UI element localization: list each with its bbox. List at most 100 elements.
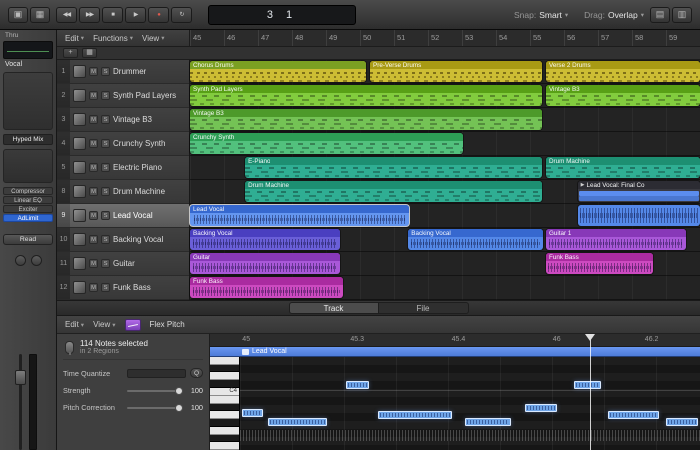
mute-circle-button[interactable] [15, 255, 26, 266]
mute-button[interactable]: M [89, 139, 98, 148]
track-row[interactable]: 3MSVintage B3 [57, 108, 189, 132]
track-row[interactable]: 5MSElectric Piano [57, 156, 189, 180]
screens-icon[interactable]: ▣ [8, 7, 28, 23]
plugin-slot[interactable]: Compressor [3, 187, 53, 195]
flex-note[interactable] [574, 381, 602, 389]
duplicate-track-icon[interactable]: ▦ [82, 48, 97, 58]
stop-button[interactable]: ■ [102, 7, 123, 23]
region[interactable]: E-Piano [245, 157, 542, 178]
solo-button[interactable]: S [101, 211, 110, 220]
region[interactable]: Funk Bass [190, 277, 343, 298]
piano-key[interactable] [210, 427, 239, 435]
region[interactable]: ▶Lead Vocal: Final Co [578, 181, 700, 202]
piano-key[interactable] [210, 365, 239, 373]
region[interactable]: Backing Vocal [190, 229, 340, 250]
ruler-bar[interactable]: 53 [462, 30, 496, 46]
track-row[interactable]: 10MSBacking Vocal [57, 228, 189, 252]
flex-pitch-editor[interactable]: 4545.345.44646.2 Lead Vocal C4 [210, 334, 700, 450]
volume-fader[interactable] [19, 354, 22, 450]
piano-key[interactable] [210, 372, 239, 380]
ruler-bar[interactable]: 55 [530, 30, 564, 46]
slider-knob[interactable] [175, 387, 183, 395]
menu-functions[interactable]: Functions▾ [93, 34, 133, 43]
plugin-slot[interactable]: Exciter [3, 205, 53, 213]
snap-menu[interactable]: Snap: Smart ▾ [514, 10, 568, 20]
track-row[interactable]: 4MSCrunchy Synth [57, 132, 189, 156]
rewind-button[interactable]: ◀◀ [56, 7, 77, 23]
lcd-display[interactable]: 3 1 [208, 5, 356, 25]
track-row[interactable]: 12MSFunk Bass [57, 276, 189, 300]
mixer-icon[interactable]: ▦ [30, 7, 50, 23]
region[interactable]: Drum Machine [245, 181, 542, 202]
drag-menu[interactable]: Drag: Overlap ▾ [584, 10, 644, 20]
piano-key[interactable] [210, 396, 239, 404]
ruler-bar[interactable]: 48 [292, 30, 326, 46]
track-row[interactable]: 11MSGuitar [57, 252, 189, 276]
solo-button[interactable]: S [101, 115, 110, 124]
region[interactable]: Verse 2 Drums [546, 61, 700, 82]
region[interactable]: Guitar 1 [546, 229, 686, 250]
record-button[interactable]: ● [148, 7, 169, 23]
flex-note[interactable] [525, 404, 557, 412]
ruler-bar[interactable]: 52 [428, 30, 462, 46]
menu-view[interactable]: View▾ [93, 320, 115, 329]
solo-button[interactable]: S [101, 259, 110, 268]
flex-note[interactable] [608, 411, 659, 419]
region[interactable]: Crunchy Synth [190, 133, 463, 154]
add-track-icon[interactable]: + [63, 48, 78, 58]
ruler-bar[interactable]: 47 [258, 30, 292, 46]
region[interactable]: Drum Machine [546, 157, 700, 178]
tab-file[interactable]: File [379, 302, 469, 314]
patch-setting-button[interactable]: Hyped Mix [3, 134, 53, 145]
flex-note[interactable] [268, 418, 328, 426]
track-row[interactable]: 1MSDrummer [57, 60, 189, 84]
piano-key[interactable] [210, 357, 239, 365]
param-slider[interactable] [127, 407, 183, 409]
region[interactable]: Guitar [190, 253, 340, 274]
slider-knob[interactable] [175, 404, 183, 412]
solo-button[interactable]: S [101, 67, 110, 76]
mute-button[interactable]: M [89, 67, 98, 76]
ruler-bar[interactable]: 56 [564, 30, 598, 46]
flex-note[interactable] [465, 418, 511, 426]
plugin-slot[interactable]: AdLimit [3, 214, 53, 222]
editor-ruler[interactable]: 4545.345.44646.2 [210, 334, 700, 347]
time-quantize-dropdown[interactable] [127, 369, 186, 378]
thru-label[interactable]: Thru [3, 32, 53, 39]
region[interactable] [578, 205, 700, 226]
piano-key[interactable] [210, 419, 239, 427]
cycle-button[interactable]: ↻ [171, 7, 192, 23]
menu-view[interactable]: View▾ [142, 34, 164, 43]
solo-button[interactable]: S [101, 187, 110, 196]
mute-button[interactable]: M [89, 163, 98, 172]
menu-edit[interactable]: Edit▾ [65, 320, 84, 329]
region[interactable]: Vintage B3 [546, 85, 700, 106]
flex-icon[interactable] [125, 319, 141, 331]
piano-key[interactable] [210, 404, 239, 412]
fader-cap[interactable] [15, 370, 26, 385]
eq-thumbnail[interactable] [3, 41, 53, 59]
region[interactable]: Backing Vocal [408, 229, 543, 250]
note-canvas[interactable] [240, 357, 700, 450]
solo-button[interactable]: S [101, 163, 110, 172]
tab-track[interactable]: Track [289, 302, 379, 314]
play-button[interactable]: ▶ [125, 7, 146, 23]
flex-mode-label[interactable]: Flex Pitch [150, 320, 185, 329]
piano-key[interactable] [210, 411, 239, 419]
mute-button[interactable]: M [89, 115, 98, 124]
plugin-slot[interactable]: Linear EQ [3, 196, 53, 204]
flex-note[interactable] [666, 418, 698, 426]
playhead-handle[interactable] [585, 334, 595, 346]
solo-button[interactable]: S [101, 91, 110, 100]
piano-key[interactable] [210, 442, 239, 450]
track-row[interactable]: 9MSLead Vocal [57, 204, 189, 228]
region[interactable]: Chorus Drums [190, 61, 366, 82]
solo-circle-button[interactable] [31, 255, 42, 266]
flex-note[interactable] [242, 409, 263, 417]
mute-button[interactable]: M [89, 187, 98, 196]
ruler-bar[interactable]: 58 [632, 30, 666, 46]
flex-note[interactable] [378, 411, 452, 419]
mute-button[interactable]: M [89, 259, 98, 268]
ruler-bar[interactable]: 51 [394, 30, 428, 46]
mute-button[interactable]: M [89, 211, 98, 220]
